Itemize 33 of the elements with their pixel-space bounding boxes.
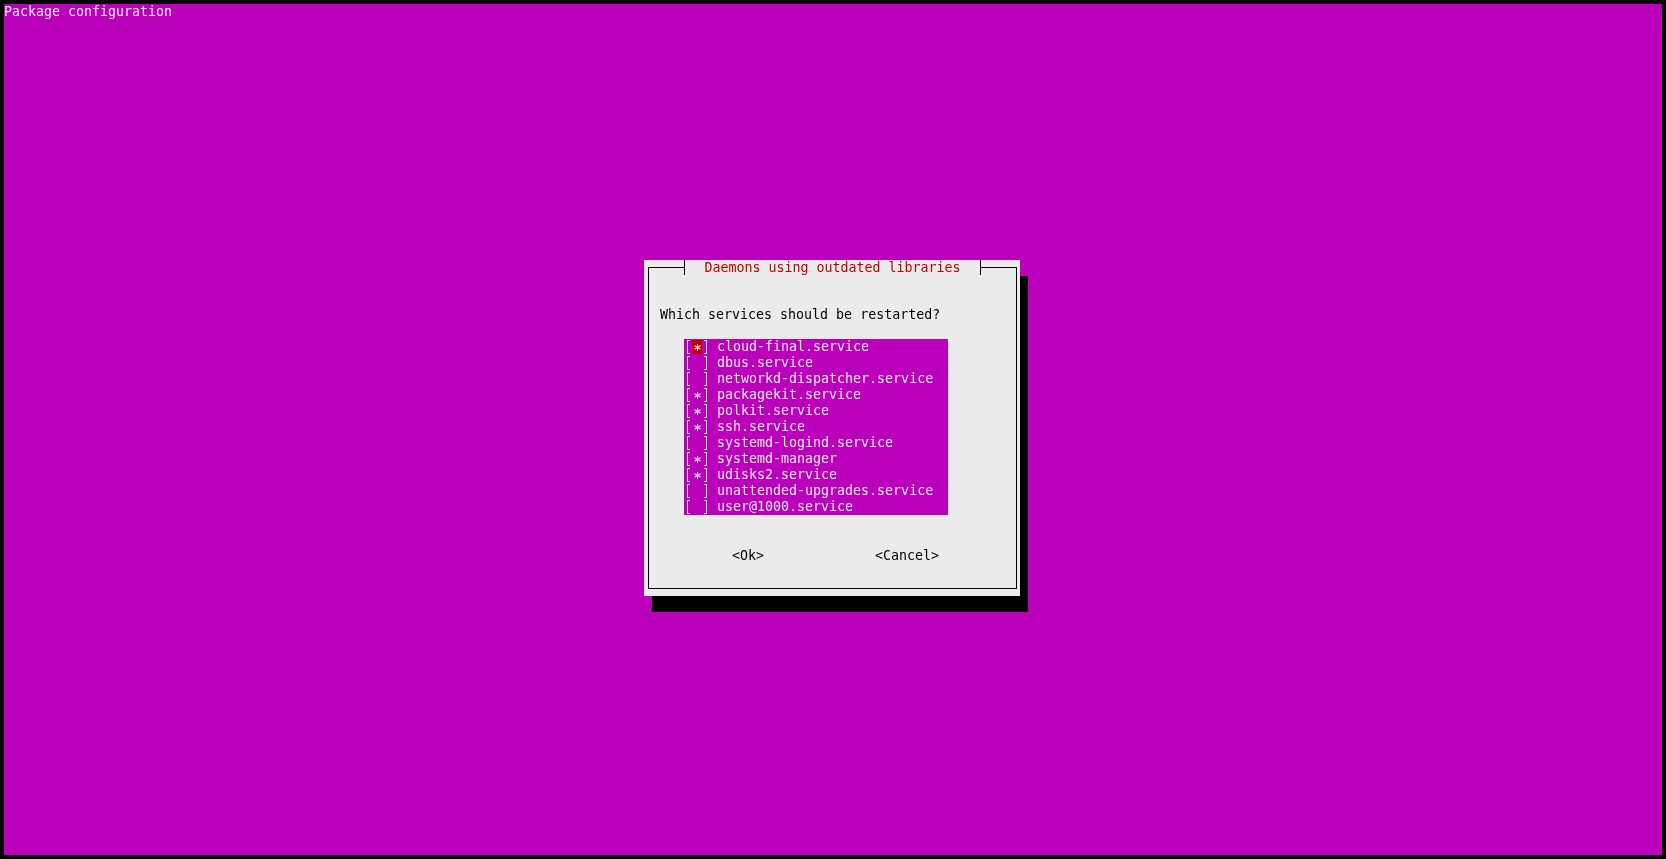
checkbox[interactable] — [685, 468, 709, 482]
window-title: Package configuration — [4, 4, 173, 20]
checkbox[interactable] — [685, 340, 709, 354]
service-name: unattended-upgrades.service — [717, 483, 934, 499]
checkbox[interactable] — [685, 452, 709, 466]
asterisk-icon — [693, 407, 701, 415]
checkbox[interactable] — [685, 372, 709, 386]
asterisk-icon — [693, 471, 701, 479]
service-name: packagekit.service — [717, 387, 862, 403]
service-name: networkd-dispatcher.service — [717, 371, 934, 387]
asterisk-icon — [693, 423, 701, 431]
service-name: cloud-final.service — [717, 339, 870, 355]
service-name: systemd-manager — [717, 451, 838, 467]
checkbox[interactable] — [685, 404, 709, 418]
ok-button[interactable]: <Ok> — [732, 548, 765, 564]
asterisk-icon — [693, 391, 701, 399]
dialog-title: Daemons using outdated libraries — [684, 260, 981, 275]
checkbox[interactable] — [685, 500, 709, 514]
service-name: user@1000.service — [717, 499, 854, 515]
checkbox[interactable] — [685, 484, 709, 498]
service-name: udisks2.service — [717, 467, 838, 483]
service-name: polkit.service — [717, 403, 830, 419]
checkbox[interactable] — [685, 436, 709, 450]
asterisk-icon — [693, 455, 701, 463]
asterisk-icon — [693, 343, 701, 351]
prompt-text: Which services should be restarted? — [660, 307, 941, 323]
checkbox[interactable] — [685, 420, 709, 434]
service-name: dbus.service — [717, 355, 814, 371]
checkbox[interactable] — [685, 356, 709, 370]
service-name: ssh.service — [717, 419, 806, 435]
cancel-button[interactable]: <Cancel> — [875, 548, 940, 564]
service-name: systemd-logind.service — [717, 435, 894, 451]
checkbox[interactable] — [685, 388, 709, 402]
